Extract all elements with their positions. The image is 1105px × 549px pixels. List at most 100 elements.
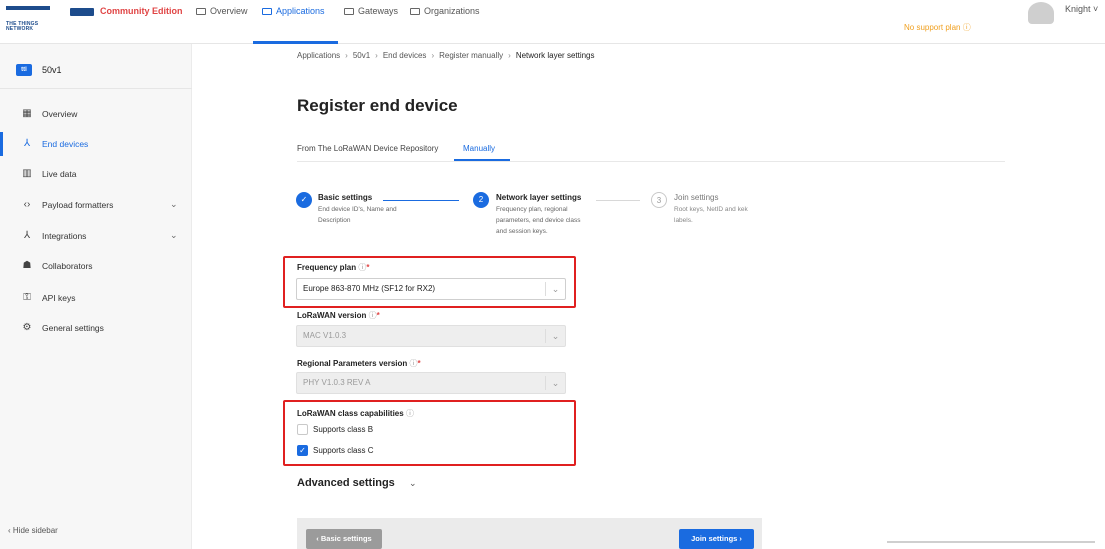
sidebar-item-integrations[interactable]: ⅄ Integrations ⌄ (0, 222, 192, 250)
nav-organizations-label: Organizations (424, 6, 480, 16)
folder-icon (262, 8, 272, 16)
logo-text: THE THINGS NETWORK (6, 21, 39, 32)
live-data-icon: ▥ (22, 168, 32, 179)
required-marker: * (366, 263, 370, 272)
breadcrumb-item[interactable]: End devices (383, 51, 427, 60)
help-icon[interactable]: ⓘ (406, 409, 414, 418)
regional-params-value: PHY V1.0.3 REV A (303, 378, 371, 387)
frequency-plan-value: Europe 863-870 MHz (SF12 for RX2) (303, 284, 436, 293)
sidebar-item-general-settings[interactable]: ⚙ General settings (0, 314, 192, 342)
hide-sidebar-button[interactable]: ‹ Hide sidebar (8, 526, 58, 535)
class-b-checkbox[interactable] (297, 424, 308, 435)
tab-device-repository[interactable]: From The LoRaWAN Device Repository (297, 144, 438, 153)
advanced-settings-toggle[interactable]: Advanced settings (297, 477, 395, 489)
tab-manually[interactable]: Manually (463, 144, 495, 153)
ttn-logo[interactable]: THE THINGS NETWORK (6, 6, 56, 38)
sidebar-item-payload-formatters[interactable]: ‹› Payload formatters ⌄ (0, 191, 192, 219)
app-header[interactable]: ttl 50v1 (0, 44, 192, 89)
chevron-right-icon: › (431, 51, 435, 60)
sidebar-item-live-data[interactable]: ▥ Live data (0, 160, 192, 188)
breadcrumb-item[interactable]: 50v1 (353, 51, 370, 60)
required-marker: * (376, 311, 380, 320)
step-2-desc: Frequency plan, regional parameters, end… (496, 206, 581, 235)
nav-overview[interactable]: Overview (196, 6, 248, 16)
breadcrumb-item[interactable]: Register manually (439, 51, 503, 60)
sidebar-item-overview[interactable]: ▦ Overview (0, 100, 192, 128)
sidebar-item-collaborators[interactable]: ☗ Collaborators (0, 252, 192, 280)
nav-active-indicator (253, 41, 338, 44)
frequency-plan-label: Frequency plan ⓘ* (297, 262, 369, 273)
end-devices-icon: ⅄ (23, 138, 31, 149)
top-bar: THE THINGS NETWORK Community Edition Ove… (0, 0, 1105, 44)
lorawan-version-label: LoRaWAN version ⓘ* (297, 310, 380, 321)
lorawan-version-label-text: LoRaWAN version (297, 311, 367, 320)
edition-label: Community Edition (70, 6, 183, 16)
avatar[interactable] (1028, 2, 1054, 24)
class-b-label[interactable]: Supports class B (313, 425, 373, 434)
sidebar-item-label: Live data (42, 169, 77, 179)
chevron-down-icon: ⌄ (545, 329, 565, 343)
step-1-title: Basic settings (318, 193, 373, 202)
sidebar-item-end-devices[interactable]: ⅄ End devices (0, 130, 192, 158)
sidebar-item-label: Payload formatters (42, 200, 114, 210)
regional-params-select[interactable]: PHY V1.0.3 REV A ⌄ (296, 372, 566, 394)
sidebar-item-label: Collaborators (42, 261, 93, 271)
step-connector (383, 200, 459, 201)
chevron-down-icon[interactable]: ⌄ (409, 478, 417, 489)
nav-applications-label: Applications (276, 6, 325, 16)
sidebar: ttl 50v1 ▦ Overview ⅄ End devices ▥ Live… (0, 44, 192, 549)
required-marker: * (417, 359, 421, 368)
step-3-title: Join settings (674, 193, 719, 202)
gateway-icon (344, 8, 354, 16)
help-icon[interactable]: ⓘ (369, 311, 377, 320)
regional-params-label-text: Regional Parameters version (297, 359, 408, 368)
sidebar-item-api-keys[interactable]: ⚿ API keys (0, 284, 192, 312)
gear-icon: ⚙ (22, 322, 32, 333)
step-1-check-icon: ✓ (296, 192, 312, 208)
step-3-number: 3 (651, 192, 667, 208)
collaborators-icon: ☗ (22, 260, 32, 271)
sidebar-item-label: API keys (42, 293, 76, 303)
breadcrumb-item[interactable]: Applications (297, 51, 340, 60)
step-1-desc: End device ID's, Name and Description (318, 206, 397, 224)
user-menu[interactable]: Knight ˅ (1065, 4, 1098, 14)
sidebar-item-label: Integrations (42, 231, 87, 241)
help-icon[interactable]: ⓘ (410, 359, 418, 368)
step-2-title: Network layer settings (496, 193, 582, 202)
tab-bar: From The LoRaWAN Device Repository Manua… (297, 136, 1005, 162)
class-caps-label: LoRaWAN class capabilities ⓘ (297, 408, 414, 419)
chevron-right-icon: › (508, 51, 511, 60)
chevron-down-icon: ⌄ (170, 199, 178, 209)
chevron-down-icon: ⌄ (170, 230, 178, 240)
chevron-down-icon: ˅ (1093, 4, 1099, 14)
nav-organizations[interactable]: Organizations (410, 6, 480, 16)
frequency-plan-label-text: Frequency plan (297, 263, 357, 272)
chevron-down-icon: ⌄ (545, 376, 565, 390)
key-icon: ⚿ (23, 292, 31, 303)
app-badge-icon: ttl (16, 64, 32, 76)
app-name: 50v1 (42, 65, 62, 75)
tab-active-indicator (454, 159, 510, 161)
class-caps-label-text: LoRaWAN class capabilities (297, 409, 404, 418)
lorawan-version-value: MAC V1.0.3 (303, 331, 347, 340)
lorawan-version-select[interactable]: MAC V1.0.3 ⌄ (296, 325, 566, 347)
nav-applications[interactable]: Applications (262, 6, 325, 16)
grid-icon (196, 8, 206, 16)
code-icon: ‹› (23, 199, 31, 210)
support-plan[interactable]: No support plan ⓘ (904, 22, 971, 33)
frequency-plan-select[interactable]: Europe 863-870 MHz (SF12 for RX2) ⌄ (296, 278, 566, 300)
class-c-label[interactable]: Supports class C (313, 446, 373, 455)
chevron-right-icon: › (345, 51, 348, 60)
class-c-checkbox[interactable]: ✓ (297, 445, 308, 456)
horizontal-scrollbar[interactable] (887, 541, 1095, 543)
page-title: Register end device (297, 96, 458, 115)
logo-stripe (6, 6, 50, 10)
back-button[interactable]: ‹ Basic settings (306, 529, 382, 549)
nav-gateways[interactable]: Gateways (344, 6, 398, 16)
nav-gateways-label: Gateways (358, 6, 399, 16)
chevron-right-icon: › (375, 51, 378, 60)
sidebar-item-label: Overview (42, 109, 78, 119)
breadcrumb-current: Network layer settings (515, 51, 595, 60)
check-icon: ✓ (299, 446, 306, 455)
next-button[interactable]: Join settings › (679, 529, 754, 549)
